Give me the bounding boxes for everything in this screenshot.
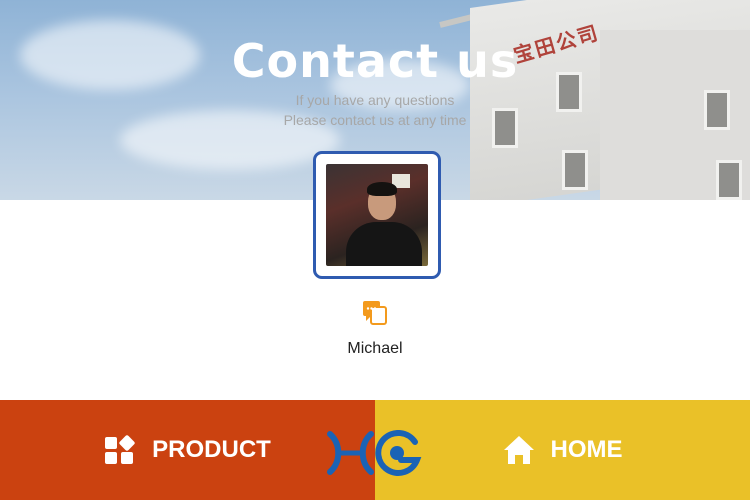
contact-name: Michael bbox=[347, 340, 403, 357]
hero-subtitle-line2: Please contact us at any time bbox=[283, 112, 467, 128]
product-button[interactable]: PRODUCT bbox=[0, 400, 375, 500]
hero-subtitle-line1: If you have any questions bbox=[295, 92, 455, 108]
home-button[interactable]: HOME bbox=[375, 400, 750, 500]
home-icon bbox=[503, 436, 534, 464]
avatar-photo bbox=[326, 164, 428, 266]
home-button-label: HOME bbox=[550, 436, 623, 463]
hg-logo[interactable] bbox=[327, 430, 423, 476]
building-window bbox=[716, 160, 742, 200]
chat-icon[interactable] bbox=[362, 300, 388, 326]
contact-avatar[interactable] bbox=[313, 151, 441, 279]
building-window bbox=[562, 150, 588, 190]
page-title: Contact us bbox=[231, 34, 519, 88]
product-button-label: PRODUCT bbox=[152, 436, 271, 463]
apps-icon bbox=[105, 435, 135, 464]
